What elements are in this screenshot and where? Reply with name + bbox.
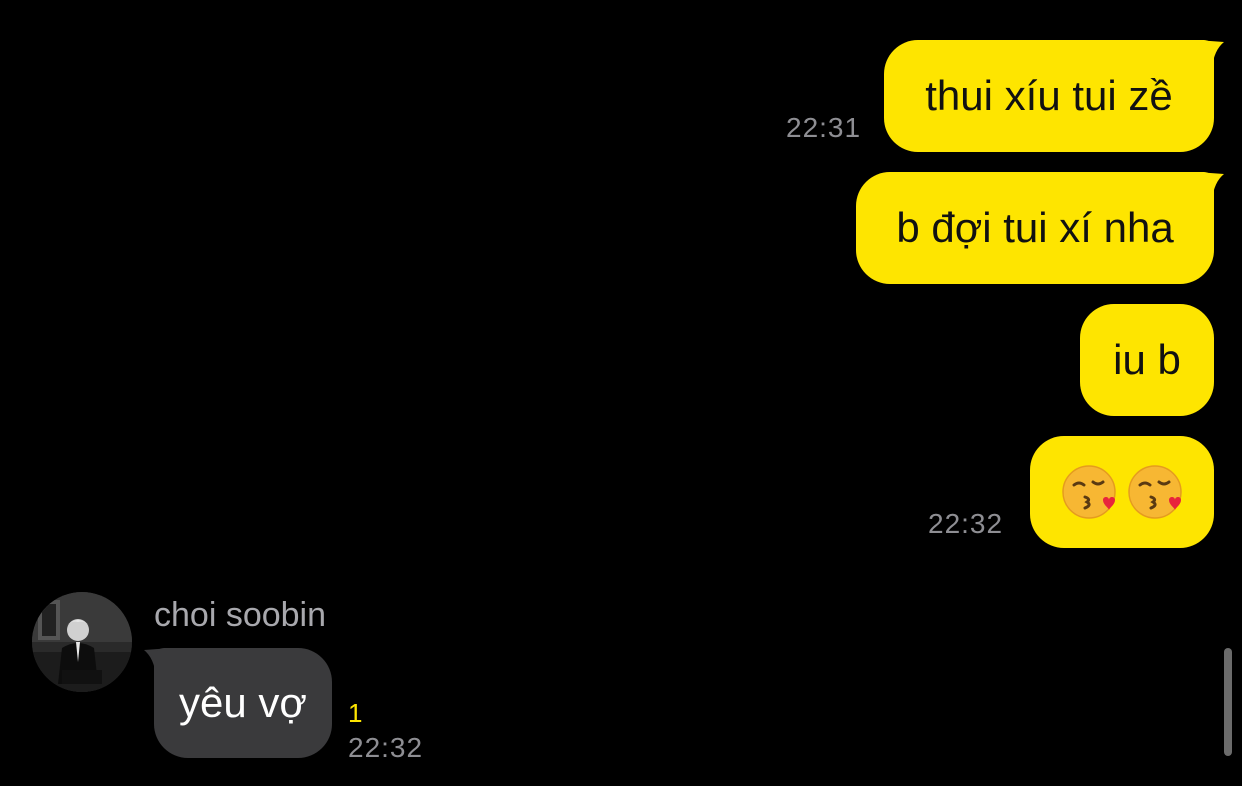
kissing-face-with-heart-icon [1128,465,1182,519]
message-text: b đợi tui xí nha [896,204,1174,251]
kissing-face-with-heart-icon [1062,465,1116,519]
sent-emoji-bubble[interactable] [1030,436,1214,548]
sent-message-bubble[interactable]: b đợi tui xí nha [856,172,1214,284]
scrollbar[interactable] [1224,648,1232,756]
received-message-bubble[interactable]: yêu vợ [154,648,332,758]
sent-message-bubble[interactable]: thui xíu tui zề [884,40,1214,152]
message-text: thui xíu tui zề [925,72,1173,119]
avatar[interactable] [32,592,132,692]
sender-name: choi soobin [154,596,327,634]
message-timestamp: 22:31 [786,112,862,143]
profile-photo-icon [32,592,132,692]
message-text: iu b [1113,336,1181,383]
message-text: yêu vợ [179,679,307,726]
bubble-tail [1196,172,1224,200]
bubble-tail [1196,40,1224,68]
sent-message-bubble[interactable]: iu b [1080,304,1214,416]
message-timestamp: 22:32 [348,732,424,763]
message-timestamp: 22:32 [928,508,1004,539]
unread-count-badge: 1 [348,698,363,728]
